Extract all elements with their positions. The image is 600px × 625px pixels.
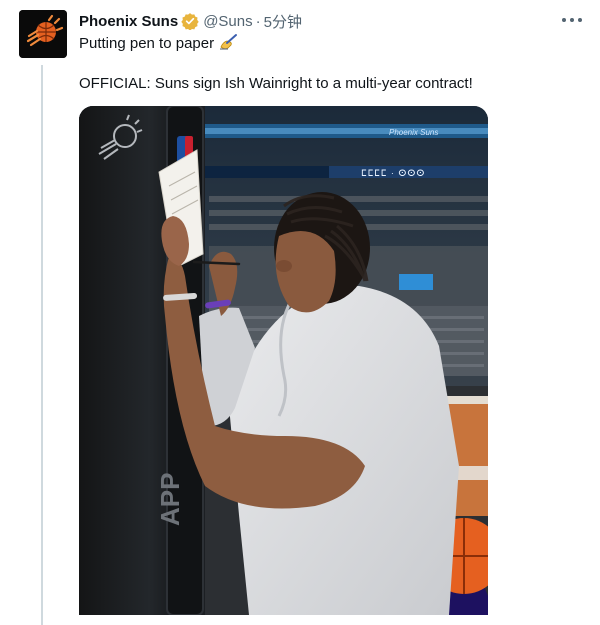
tweet-header: Phoenix Suns @Suns · 5分钟 <box>79 10 586 32</box>
separator-dot: · <box>255 12 261 30</box>
tweet-text: Putting pen to paper <box>79 35 215 52</box>
tweet-photo[interactable]: Phoenix Suns ⵎⵎⵎⵎ · ⵙⵙⵙ APP <box>79 106 488 615</box>
pad-sign-text: APP <box>155 473 185 526</box>
suns-logo-icon <box>19 10 67 58</box>
arena-banner: Phoenix Suns <box>389 128 438 137</box>
timestamp[interactable]: 5分钟 <box>264 11 302 32</box>
thread-line <box>41 65 43 625</box>
writing-hand-emoji-icon <box>220 34 238 50</box>
verified-badge-icon <box>181 13 199 30</box>
avatar[interactable] <box>19 10 67 58</box>
tweet-text-line1: Putting pen to paper <box>79 33 238 52</box>
author-handle[interactable]: @Suns <box>203 13 252 30</box>
more-options-icon[interactable] <box>562 12 582 28</box>
author-name[interactable]: Phoenix Suns <box>79 13 178 30</box>
tweet-text-line2: OFFICIAL: Suns sign Ish Wainright to a m… <box>79 75 473 92</box>
arena-ribbon: ⵎⵎⵎⵎ · ⵙⵙⵙ <box>361 168 425 178</box>
